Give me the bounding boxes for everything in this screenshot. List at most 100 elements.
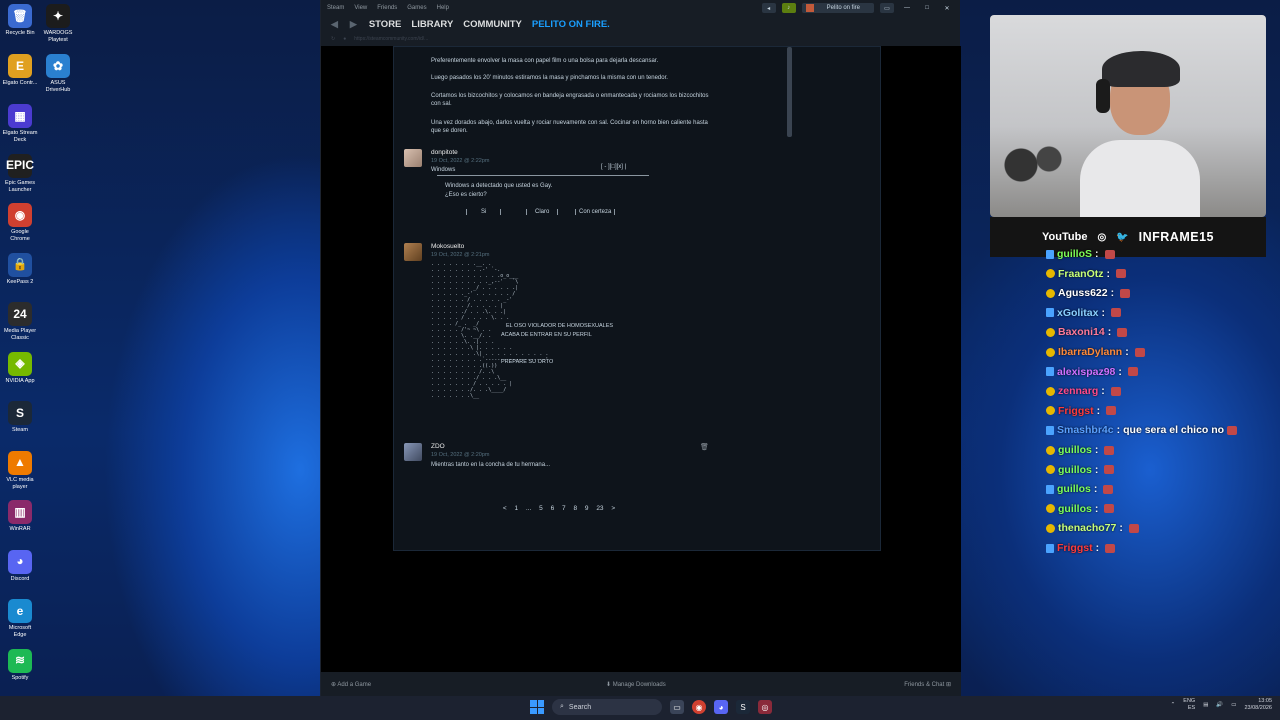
desktop-icon[interactable]: 🗑 Recycle Bin (2, 4, 38, 37)
desktop-icon-label: VLC media player (6, 476, 34, 490)
desktop-icon[interactable]: ◉ Google Chrome (2, 203, 38, 243)
page-link[interactable]: 6 (551, 505, 555, 512)
menu-steam[interactable]: Steam (327, 5, 344, 11)
page-link[interactable]: 9 (585, 505, 589, 512)
taskbar-center: ⌕ Search ▭ ◉ ◕ S ◎ (530, 699, 772, 715)
forward-arrow-icon[interactable]: ▶ (350, 19, 357, 30)
desktop-app-icon: 24 (8, 302, 32, 326)
avatar[interactable] (404, 443, 422, 461)
language-indicator[interactable]: ENG ES (1183, 698, 1195, 712)
headset-icon (1096, 79, 1110, 113)
desktop-icon-label: Media Player Classic (3, 328, 37, 341)
add-game-button[interactable]: ⊕ Add a Game (331, 681, 371, 688)
desktop-app-icon: ≋ (8, 648, 32, 673)
page-prev-button[interactable]: < (503, 505, 507, 512)
page-next-button[interactable]: > (611, 505, 615, 512)
steam-navbar: ◀ ▶ STORE LIBRARY COMMUNITY PELITO ON FI… (321, 16, 960, 32)
desktop-icon[interactable]: ✦ WARDOGS Playtest (40, 4, 76, 44)
menu-help[interactable]: Help (437, 5, 449, 11)
network-icon[interactable]: ▤ (1203, 702, 1208, 708)
desktop-icon[interactable]: 🔒 KeePass 2 (2, 252, 38, 286)
desktop-icon[interactable]: 24 Media Player Classic (2, 302, 38, 342)
desktop-icon[interactable]: ▲ VLC media player (2, 450, 38, 491)
chat-separator: : (1094, 444, 1099, 456)
chat-message: xGolitax: (1046, 307, 1121, 319)
account-menu[interactable]: Pelito on fire (801, 3, 874, 13)
nav-community[interactable]: COMMUNITY (463, 19, 522, 30)
menu-view[interactable]: View (354, 5, 367, 11)
discord-icon[interactable]: ◕ (714, 700, 728, 714)
nav-library[interactable]: LIBRARY (411, 19, 453, 30)
desktop-icon[interactable]: EPIC Epic Games Launcher (2, 153, 38, 194)
avatar[interactable] (404, 149, 422, 167)
desktop-icon-label: Spotify (11, 674, 29, 681)
social-bar: YouTube ◎ 🐦 INFRAME15 (990, 217, 1266, 257)
chat-message: guillos: (1046, 483, 1114, 495)
file-explorer-icon[interactable]: ▭ (670, 700, 684, 714)
reload-icon[interactable]: ↻ (331, 36, 335, 42)
clock[interactable]: 13:05 23/08/2026 (1244, 698, 1272, 712)
desktop-app-icon: ▦ (8, 104, 32, 128)
page-link[interactable]: 23 (596, 505, 603, 512)
page-link[interactable]: 1 (514, 505, 518, 512)
desktop-icon[interactable]: ▥ WinRAR (2, 500, 38, 533)
desktop-icon[interactable]: ◕ Discord (2, 549, 38, 583)
friends-chat-button[interactable]: Friends & Chat ⊞ (904, 681, 951, 688)
chat-username: Aguss622 (1058, 287, 1108, 300)
lang-secondary: ES (1187, 705, 1196, 711)
obs-icon[interactable]: ◎ (758, 700, 772, 714)
view-mode-icon[interactable]: ▭ (880, 3, 894, 13)
close-button[interactable]: ✕ (940, 3, 954, 13)
manage-downloads-button[interactable]: ⬇ Manage Downloads (606, 681, 666, 688)
chrome-icon[interactable]: ◉ (692, 700, 706, 714)
desktop-icon[interactable]: ▦ Elgato Stream Deck (2, 104, 38, 144)
speaker-icon[interactable]: 🔊 (1216, 702, 1223, 708)
page-ellipsis: ... (525, 505, 532, 512)
desktop-icon-label: Recycle Bin (5, 30, 35, 36)
menu-friends[interactable]: Friends (377, 5, 397, 11)
chat-username: alexispaz98 (1057, 365, 1116, 378)
battery-icon[interactable]: ▭ (1231, 702, 1236, 708)
delete-comment-icon[interactable]: 🗑 (700, 443, 709, 451)
comment-item: ZDO 19 Oct, 2022 @ 2:20pm Mientras tanto… (404, 443, 714, 477)
chevron-up-icon[interactable]: ⌃ (1171, 702, 1176, 708)
desktop-icon[interactable]: ◈ NVIDIA App (2, 351, 38, 385)
steam-icon[interactable]: S (736, 700, 750, 714)
nav-store[interactable]: STORE (369, 19, 402, 30)
desktop-icon[interactable]: ≋ Spotify (2, 648, 38, 682)
desktop-icon[interactable]: E Elgato Contr... (2, 54, 38, 87)
notifications-bell-icon[interactable]: ♪ (781, 3, 796, 13)
page-link[interactable]: 7 (562, 505, 566, 512)
chat-separator: : (1118, 365, 1122, 378)
avatar[interactable] (404, 243, 422, 261)
chat-username: FraanOtz (1058, 267, 1104, 280)
chat-badge-icon (1046, 308, 1054, 318)
page-link[interactable]: 5 (539, 505, 543, 512)
broadcast-icon[interactable]: ◂ (761, 3, 776, 13)
page-link[interactable]: 8 (573, 505, 577, 512)
chat-username: Friggst (1057, 542, 1093, 554)
back-arrow-icon[interactable]: ◀ (331, 19, 338, 30)
comments-scrollbar[interactable] (787, 47, 792, 137)
desktop-icon[interactable]: e Microsoft Edge (2, 599, 38, 639)
maximize-button[interactable]: □ (920, 3, 934, 13)
search-placeholder: Search (568, 703, 592, 711)
clock-time: 13:05 (1258, 698, 1272, 704)
comment-author[interactable]: Mokosuelto (431, 243, 464, 250)
recipe-paragraph: Preferentemente envolver la masa con pap… (431, 58, 659, 64)
minimize-button[interactable]: — (900, 3, 914, 13)
chat-badge-icon (1046, 543, 1054, 553)
nav-profile[interactable]: PELITO ON FIRE. (532, 19, 610, 30)
drum-kit (1000, 135, 1070, 195)
chat-emote-icon (1103, 484, 1114, 494)
comment-author[interactable]: ZDO (431, 443, 445, 450)
desktop-icon[interactable]: ✿ ASUS DriverHub (40, 54, 76, 94)
desktop-icon-label: Google Chrome (10, 229, 30, 242)
desktop-icon-label: Discord (10, 575, 30, 582)
taskbar-search[interactable]: ⌕ Search (552, 699, 662, 715)
url-text[interactable]: https://steamcommunity.com/id/... (354, 36, 428, 42)
menu-games[interactable]: Games (407, 5, 426, 11)
desktop-icon[interactable]: S Steam (2, 401, 38, 434)
start-button-icon[interactable] (530, 700, 544, 714)
comment-author[interactable]: donpitote (431, 149, 458, 156)
